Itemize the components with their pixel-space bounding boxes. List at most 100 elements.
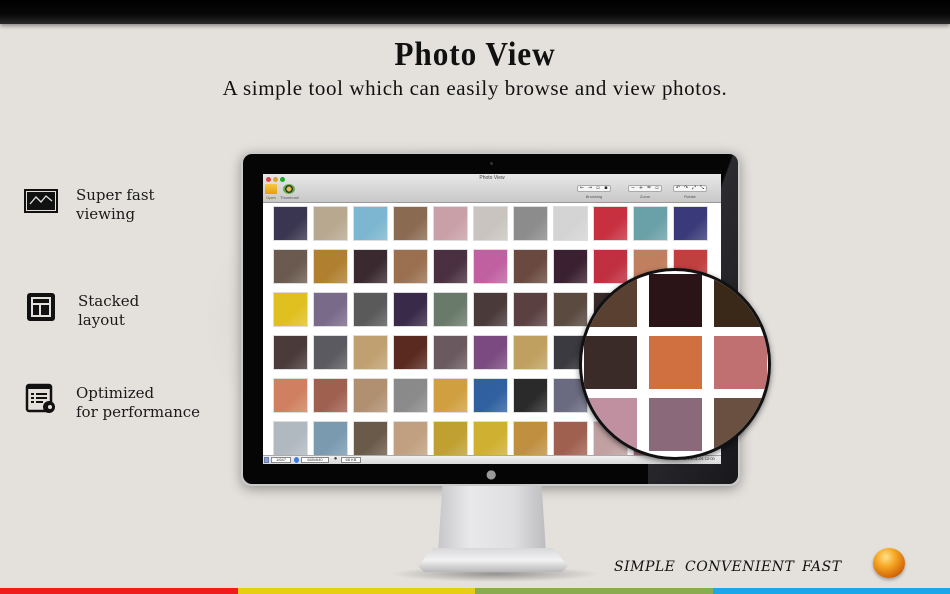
- image-dimensions-field: 640x640: [301, 457, 329, 463]
- magnified-thumbnail: [649, 274, 702, 327]
- photo-thumbnail[interactable]: [434, 422, 467, 455]
- magnified-thumbnail: [714, 336, 767, 389]
- photo-thumbnail[interactable]: [394, 293, 427, 326]
- photo-thumbnail[interactable]: [394, 207, 427, 240]
- photo-thumbnail[interactable]: [434, 250, 467, 283]
- rotate-right-button[interactable]: ↷: [682, 186, 690, 191]
- open-button[interactable]: Open: [265, 184, 277, 200]
- photo-thumbnail[interactable]: [394, 336, 427, 369]
- folder-icon: [265, 184, 277, 194]
- photo-thumbnail[interactable]: [274, 422, 307, 455]
- photo-thumbnail[interactable]: [434, 207, 467, 240]
- zoom-group: − + = ▫ Zoom: [628, 185, 662, 199]
- camera-icon: [490, 162, 493, 165]
- previous-button[interactable]: ←: [578, 186, 586, 191]
- photo-thumbnail[interactable]: [274, 293, 307, 326]
- photo-thumbnail[interactable]: [394, 422, 427, 455]
- feature-line: for performance: [76, 403, 201, 421]
- stacked-layout-icon: [22, 292, 60, 322]
- photo-thumbnail[interactable]: [474, 250, 507, 283]
- window-title: Photo View: [479, 175, 505, 181]
- photo-thumbnail[interactable]: [514, 207, 547, 240]
- next-button[interactable]: →: [586, 186, 594, 191]
- photo-thumbnail[interactable]: [474, 207, 507, 240]
- photo-thumbnail[interactable]: [314, 293, 347, 326]
- photo-thumbnail[interactable]: [274, 379, 307, 412]
- image-index-field: 1/647: [271, 457, 291, 463]
- zoom-out-button[interactable]: −: [629, 186, 637, 191]
- fill-button[interactable]: ▪: [602, 186, 610, 191]
- photo-thumbnail[interactable]: [474, 422, 507, 455]
- photo-thumbnail[interactable]: [634, 207, 667, 240]
- feature-optimized: Optimized for performance: [22, 383, 201, 422]
- magnified-thumbnail: [584, 336, 637, 389]
- performance-list-icon: [22, 383, 60, 414]
- monitor-stand-base: [418, 548, 568, 572]
- color-bar-segment: [0, 588, 238, 594]
- photo-thumbnail[interactable]: [314, 207, 347, 240]
- thumbnail-button[interactable]: Thumbnail: [280, 184, 299, 200]
- photo-thumbnail[interactable]: [354, 207, 387, 240]
- photo-thumbnail[interactable]: [474, 379, 507, 412]
- feature-line: viewing: [76, 205, 136, 223]
- photo-thumbnail[interactable]: [354, 250, 387, 283]
- photo-thumbnail[interactable]: [554, 250, 587, 283]
- feature-line: Super fast: [76, 186, 155, 204]
- photo-thumbnail[interactable]: [314, 422, 347, 455]
- photo-thumbnail[interactable]: [594, 207, 627, 240]
- feature-stacked-layout: Stacked layout: [22, 292, 139, 330]
- photo-thumbnail[interactable]: [354, 422, 387, 455]
- photo-thumbnail[interactable]: [354, 336, 387, 369]
- zoom-in-button[interactable]: +: [637, 186, 645, 191]
- rotate-left-button[interactable]: ↶: [674, 186, 682, 191]
- fit-window-button[interactable]: ▫: [653, 186, 661, 191]
- photo-thumbnail[interactable]: [514, 379, 547, 412]
- photo-thumbnail[interactable]: [514, 250, 547, 283]
- color-bar-segment: [475, 588, 713, 594]
- photo-thumbnail[interactable]: [554, 207, 587, 240]
- photo-thumbnail[interactable]: [314, 379, 347, 412]
- app-toolbar: Photo View Open Thumbnail ← → ▫ ▪ Browsi…: [263, 174, 721, 203]
- photo-thumbnail[interactable]: [314, 336, 347, 369]
- photo-thumbnail[interactable]: [394, 379, 427, 412]
- photo-thumbnail[interactable]: [514, 336, 547, 369]
- monitor-stand-neck: [438, 486, 546, 552]
- photo-thumbnail[interactable]: [434, 293, 467, 326]
- photo-thumbnail[interactable]: [274, 250, 307, 283]
- photo-thumbnail[interactable]: [514, 422, 547, 455]
- photo-thumbnail[interactable]: [514, 293, 547, 326]
- actual-size-button[interactable]: =: [645, 186, 653, 191]
- color-bar-segment: [237, 588, 475, 594]
- photo-thumbnail[interactable]: [474, 293, 507, 326]
- tagline-simple: SIMPLE: [614, 559, 676, 575]
- feature-line: layout: [78, 311, 125, 329]
- zoom-label: Zoom: [639, 194, 651, 199]
- flip-button[interactable]: ⤢: [690, 186, 698, 191]
- magnified-thumbnail: [584, 398, 637, 451]
- photo-thumbnail[interactable]: [394, 250, 427, 283]
- thumbnail-icon: [283, 184, 296, 194]
- feature-super-fast: Super fast viewing: [22, 186, 155, 224]
- photo-thumbnail[interactable]: [434, 336, 467, 369]
- photo-thumbnail[interactable]: [354, 293, 387, 326]
- photo-thumbnail[interactable]: [274, 207, 307, 240]
- page-title: Photo View: [394, 36, 556, 73]
- info-icon[interactable]: [294, 457, 299, 463]
- photo-thumbnail[interactable]: [274, 336, 307, 369]
- photo-thumbnail[interactable]: [434, 379, 467, 412]
- color-bar: [0, 588, 950, 594]
- fit-button[interactable]: ▫: [594, 186, 602, 191]
- sidebar-toggle-icon[interactable]: [264, 457, 269, 463]
- magnified-thumbnail: [714, 398, 767, 451]
- orange-orb-logo-icon: [873, 548, 905, 578]
- photo-thumbnail[interactable]: [354, 379, 387, 412]
- photo-thumbnail[interactable]: [474, 336, 507, 369]
- photo-thumbnail[interactable]: [314, 250, 347, 283]
- mirror-button[interactable]: ⤡: [698, 186, 706, 191]
- browsing-group: ← → ▫ ▪ Browsing: [577, 185, 611, 199]
- tagline-fast: FAST: [802, 559, 842, 575]
- eye-icon[interactable]: ●: [333, 456, 338, 463]
- photo-thumbnail[interactable]: [674, 207, 707, 240]
- photo-thumbnail[interactable]: [554, 422, 587, 455]
- photo-thumbnail[interactable]: [554, 293, 587, 326]
